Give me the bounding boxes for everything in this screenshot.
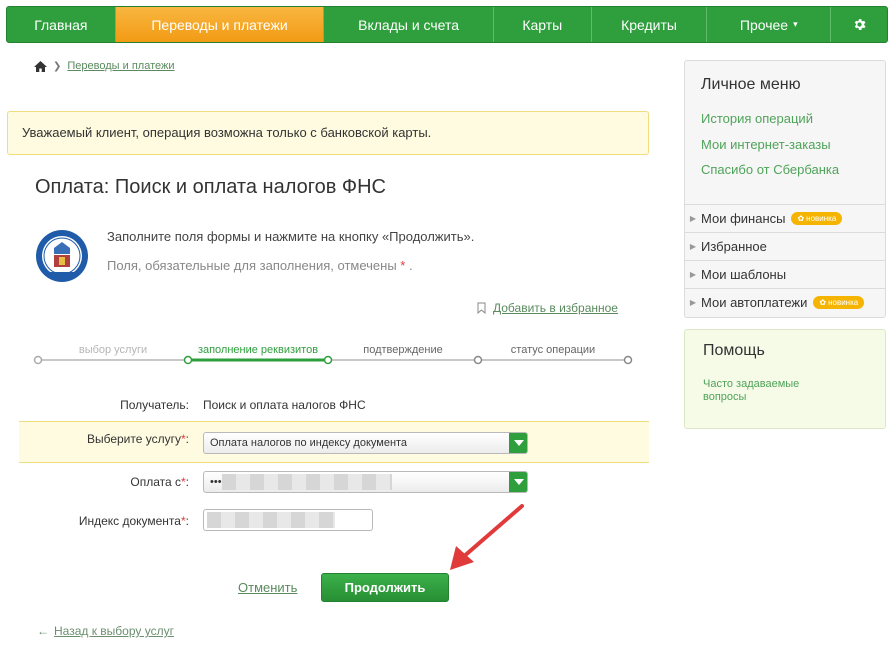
step-dot [323,355,333,365]
chevron-right-icon: ❯ [53,60,62,72]
faq-link[interactable]: Часто задаваемые вопросы [703,378,823,404]
step-label-details: заполнение реквизитов [198,344,318,356]
chevron-right-icon: ▶ [689,241,697,251]
new-badge: ✿ новинка [813,295,865,309]
help-box: Помощь Часто задаваемые вопросы [684,329,886,429]
back-to-services[interactable]: ← Назад к выбору услуг [37,624,174,638]
step-label-confirm: подтверждение [363,344,442,356]
home-icon[interactable] [34,60,47,72]
menu-item-label: Мои финансы [701,210,786,226]
nav-label: Прочее [739,16,789,33]
step-dot [183,355,193,365]
bookmark-icon [477,302,486,314]
chevron-right-icon: ▶ [689,213,697,223]
label-colon: : [185,432,189,446]
personal-menu: Личное меню История операций Мои интерне… [684,60,886,318]
cancel-link[interactable]: Отменить [238,580,297,595]
nav-label: Переводы и платежи [151,16,288,33]
redacted-card-number [222,474,392,490]
menu-item-label: Мои автоплатежи [701,294,808,310]
personal-menu-title: Личное меню [701,76,801,93]
menu-item-autopayments[interactable]: ▶ Мои автоплатежи ✿ новинка [685,288,885,316]
required-asterisk: * [400,258,406,273]
service-label-text: Выберите услугу [86,432,181,446]
badge-label: новинка [806,213,837,223]
label-colon: : [185,514,189,528]
nav-label: Карты [522,16,563,33]
add-favorite[interactable]: Добавить в избранное [477,301,618,315]
chevron-down-icon: ▾ [793,19,798,29]
gear-icon [854,19,866,30]
back-link[interactable]: Назад к выбору услуг [54,624,174,638]
nav-item-credits[interactable]: Кредиты [592,7,708,42]
star-icon: ✿ [797,213,805,223]
main-nav: Главная Переводы и платежи Вклады и счет… [6,6,888,43]
nav-item-deposits[interactable]: Вклады и счета [324,7,494,42]
step-dot [473,355,483,365]
nav-item-cards[interactable]: Карты [494,7,592,42]
label-colon: : [185,475,189,489]
step-label-select-service: выбор услуги [79,344,147,356]
chevron-down-icon[interactable] [509,472,527,492]
payfrom-label-text: Оплата с [130,475,181,489]
nav-item-transfers[interactable]: Переводы и платежи [115,7,325,42]
add-favorite-link[interactable]: Добавить в избранное [493,301,618,315]
continue-button[interactable]: Продолжить [321,573,449,602]
breadcrumb: ❯ Переводы и платежи [34,60,175,72]
step-dot [33,355,43,365]
nav-item-home[interactable]: Главная [7,7,116,42]
redacted-document-index [207,512,335,528]
step-dot [623,355,633,365]
breadcrumb-link[interactable]: Переводы и платежи [67,60,174,72]
page-title: Оплата: Поиск и оплата налогов ФНС [35,176,386,198]
fns-emblem [36,230,88,282]
recipient-label: Получатель: [120,398,189,412]
instruction-text: Заполните поля формы и нажмите на кнопку… [107,229,475,244]
step-label-status: статус операции [511,344,595,356]
required-hint: Поля, обязательные для заполнения, отмеч… [107,258,413,273]
service-select-value: Оплата налогов по индексу документа [210,437,408,449]
nav-label: Вклады и счета [358,16,460,33]
annotation-arrow [450,504,524,570]
service-label: Выберите услугу*: [29,432,189,446]
service-select[interactable]: Оплата налогов по индексу документа [203,432,528,454]
badge-label: новинка [828,297,859,307]
nav-item-other[interactable]: Прочее ▾ [707,7,832,42]
star-icon: ✿ [819,297,827,307]
required-hint-text: Поля, обязательные для заполнения, отмеч… [107,258,397,273]
chevron-right-icon: ▶ [689,269,697,279]
menu-item-label: Мои шаблоны [701,266,787,282]
settings-button[interactable] [831,7,887,42]
payfrom-select-value: ••• [210,476,222,488]
docindex-label-text: Индекс документа [78,514,181,528]
chevron-down-icon[interactable] [509,433,527,453]
menu-item-label: Избранное [701,238,767,254]
menu-link-spasibo[interactable]: Спасибо от Сбербанка [701,162,839,177]
menu-link-orders[interactable]: Мои интернет-заказы [701,137,831,152]
menu-item-favorites[interactable]: ▶ Избранное [685,232,885,260]
menu-item-finances[interactable]: ▶ Мои финансы ✿ новинка [685,204,885,232]
docindex-label: Индекс документа*: [29,514,189,528]
nav-label: Главная [34,16,88,33]
progress-steps: выбор услуги заполнение реквизитов подтв… [33,344,633,365]
hint-period: . [408,258,413,273]
recipient-value: Поиск и оплата налогов ФНС [203,398,366,412]
help-title: Помощь [703,342,765,359]
chevron-right-icon: ▶ [689,297,697,307]
arrow-left-icon: ← [37,624,49,638]
nav-label: Кредиты [621,16,677,33]
payfrom-label: Оплата с*: [29,475,189,489]
menu-link-history[interactable]: История операций [701,111,813,126]
new-badge: ✿ новинка [791,211,843,225]
menu-item-templates[interactable]: ▶ Мои шаблоны [685,260,885,288]
card-only-notice: Уважаемый клиент, операция возможна толь… [7,111,649,155]
